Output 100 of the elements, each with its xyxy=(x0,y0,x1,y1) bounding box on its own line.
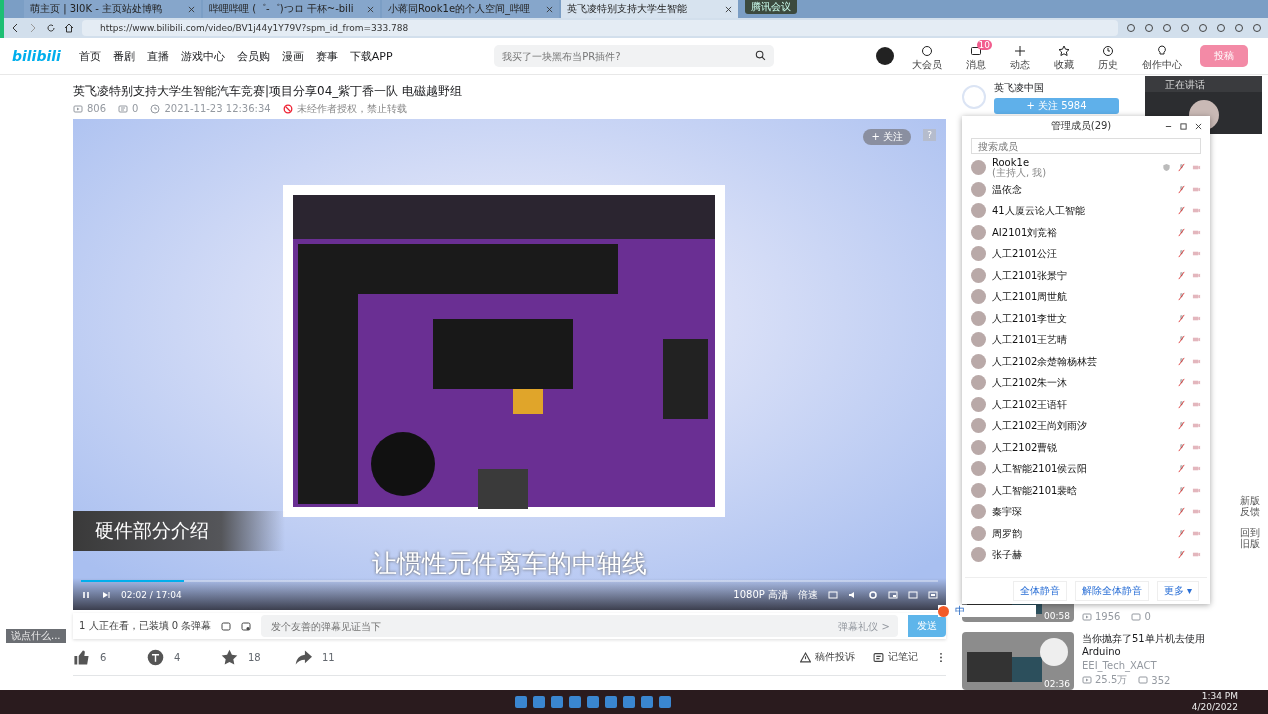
muted-mic-icon[interactable] xyxy=(1177,292,1186,302)
settings-icon[interactable] xyxy=(868,590,878,600)
muted-mic-icon[interactable] xyxy=(1177,184,1186,194)
taskbar-icon[interactable] xyxy=(640,696,653,708)
header-action[interactable]: 收藏 xyxy=(1048,40,1080,72)
danmaku-icon[interactable] xyxy=(221,620,232,632)
taskbar-icon[interactable] xyxy=(604,696,617,708)
taskbar-icon[interactable] xyxy=(586,696,599,708)
panel-button[interactable]: 解除全体静音 xyxy=(1074,581,1149,601)
muted-mic-icon[interactable] xyxy=(1177,335,1186,345)
close-icon[interactable] xyxy=(1195,122,1202,130)
member-row[interactable]: 张子赫 xyxy=(965,544,1207,566)
nav-link[interactable]: 首页 xyxy=(78,48,101,64)
back-icon[interactable] xyxy=(10,23,20,33)
nav-link[interactable]: 直播 xyxy=(146,48,169,64)
member-row[interactable]: 周罗韵 xyxy=(965,522,1207,544)
header-action[interactable]: 创作中心 xyxy=(1136,40,1188,72)
report-button[interactable]: 稿件投诉 xyxy=(800,650,855,664)
search-field[interactable]: 我买了一块黑布当PR插件? xyxy=(494,45,775,67)
quality-button[interactable]: 1080P 高清 xyxy=(733,588,788,602)
taskbar-icon[interactable] xyxy=(658,696,671,708)
member-search-field[interactable]: 搜索成员 xyxy=(971,138,1201,154)
taskbar-icon[interactable] xyxy=(568,696,581,708)
member-row[interactable]: 人工2102王尚刘雨汐 xyxy=(965,415,1207,437)
member-row[interactable]: 人工2101李世文 xyxy=(965,307,1207,329)
member-row[interactable]: 人工2102曹锐 xyxy=(965,436,1207,458)
muted-mic-icon[interactable] xyxy=(1177,485,1186,495)
muted-mic-icon[interactable] xyxy=(1177,227,1186,237)
close-icon[interactable] xyxy=(725,5,732,13)
muted-mic-icon[interactable] xyxy=(1177,270,1186,280)
member-row[interactable]: 人工2102朱一沐 xyxy=(965,372,1207,394)
uploader-name[interactable]: 英飞凌中国 xyxy=(994,81,1119,95)
favorite-button[interactable]: 18 xyxy=(221,648,277,666)
share-button[interactable]: 11 xyxy=(295,648,351,666)
muted-mic-icon[interactable] xyxy=(1177,378,1186,388)
nav-link[interactable]: 赛事 xyxy=(315,48,338,64)
side-link[interactable]: 新版反馈 xyxy=(1239,495,1261,517)
muted-mic-icon[interactable] xyxy=(1177,550,1186,560)
browser-tab[interactable]: 哔哩哔哩 (゜-゜)つロ 干杯~-bili xyxy=(203,0,380,18)
close-icon[interactable] xyxy=(546,5,553,13)
taskbar-icon[interactable] xyxy=(550,696,563,708)
muted-mic-icon[interactable] xyxy=(1177,356,1186,366)
nav-link[interactable]: 会员购 xyxy=(236,48,270,64)
taskbar-icon[interactable] xyxy=(622,696,635,708)
pip-icon[interactable] xyxy=(888,590,898,600)
address-bar[interactable]: https://www.bilibili.com/video/BV1j44y1Y79V?spm_id_from=333.788 xyxy=(82,20,1118,36)
header-action[interactable]: 大会员 xyxy=(906,40,948,72)
like-button[interactable]: 6 xyxy=(73,648,129,666)
member-row[interactable]: AI2101刘竞裕 xyxy=(965,221,1207,243)
member-row[interactable]: 人工智能2101侯云阳 xyxy=(965,458,1207,480)
muted-mic-icon[interactable] xyxy=(1177,206,1186,216)
member-row[interactable]: 41人厦云论人工智能 xyxy=(965,200,1207,222)
next-icon[interactable] xyxy=(101,590,111,600)
nav-link[interactable]: 游戏中心 xyxy=(180,48,225,64)
muted-mic-icon[interactable] xyxy=(1177,313,1186,323)
member-row[interactable]: 人工2102王语轩 xyxy=(965,393,1207,415)
nav-link[interactable]: 下载APP xyxy=(349,48,393,64)
close-icon[interactable] xyxy=(188,5,195,13)
coin-button[interactable]: 4 xyxy=(147,648,203,666)
speed-button[interactable]: 倍速 xyxy=(798,588,818,602)
nav-link[interactable]: 番剧 xyxy=(112,48,135,64)
member-row[interactable]: 温依念 xyxy=(965,178,1207,200)
chat-widget[interactable]: 说点什么... xyxy=(6,629,66,643)
maximize-icon[interactable] xyxy=(1180,122,1187,130)
ime-logo[interactable] xyxy=(938,605,949,617)
muted-mic-icon[interactable] xyxy=(1177,163,1186,173)
header-action[interactable]: 动态 xyxy=(1004,40,1036,72)
close-icon[interactable] xyxy=(367,5,374,13)
nav-link[interactable]: 漫画 xyxy=(281,48,304,64)
widescreen-icon[interactable] xyxy=(908,590,918,600)
danmaku-toggle-icon[interactable] xyxy=(828,590,838,600)
taskbar-icon[interactable] xyxy=(532,696,545,708)
avatar[interactable] xyxy=(876,47,894,65)
taskbar-icon[interactable] xyxy=(514,696,527,708)
search-icon[interactable] xyxy=(755,50,767,61)
browser-tab[interactable]: 英飞凌特别支持大学生智能 xyxy=(561,0,738,18)
member-row[interactable]: 人工智能2101裴晗 xyxy=(965,479,1207,501)
danmaku-settings-icon[interactable] xyxy=(241,620,252,632)
header-action[interactable]: 消息 10 xyxy=(960,40,992,72)
meeting-badge[interactable]: 腾讯会议 xyxy=(745,0,797,14)
member-row[interactable]: 秦宇琛 xyxy=(965,501,1207,523)
browser-tab[interactable]: 小蒋同Rook1e的个人空间_哔哩 xyxy=(382,0,559,18)
muted-mic-icon[interactable] xyxy=(1177,528,1186,538)
video-title[interactable]: 当你抛弃了51单片机去使用Arduino xyxy=(1082,632,1217,658)
member-row[interactable]: 人工2102余楚翰杨林芸 xyxy=(965,350,1207,372)
header-action[interactable]: 历史 xyxy=(1092,40,1124,72)
muted-mic-icon[interactable] xyxy=(1177,507,1186,517)
forward-icon[interactable] xyxy=(28,23,38,33)
member-row[interactable]: 人工2101张景宁 xyxy=(965,264,1207,286)
muted-mic-icon[interactable] xyxy=(1177,421,1186,431)
member-row[interactable]: Rook1e (主持人, 我) xyxy=(965,157,1207,179)
browser-tab[interactable]: 萌主页 | 3I0K - 主页站处博鸭 xyxy=(24,0,201,18)
panel-button[interactable]: 更多 ▾ xyxy=(1156,581,1199,601)
muted-mic-icon[interactable] xyxy=(1177,464,1186,474)
muted-mic-icon[interactable] xyxy=(1177,399,1186,409)
reload-icon[interactable] xyxy=(46,23,56,33)
member-row[interactable]: 人工2101王艺晴 xyxy=(965,329,1207,351)
member-row[interactable]: 人工2101公汪 xyxy=(965,243,1207,265)
fullscreen-icon[interactable] xyxy=(928,590,938,600)
ime-mode[interactable]: 中 xyxy=(955,604,965,618)
